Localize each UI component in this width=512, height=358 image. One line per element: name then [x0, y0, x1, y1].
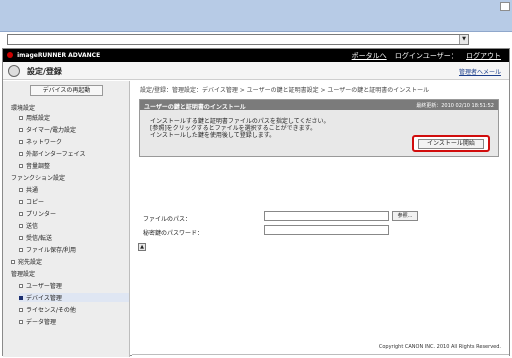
bullet-square-icon [19, 152, 23, 156]
panel-header: ユーザーの鍵と証明書のインストール 最終更新：2010 02/10 18:51:… [140, 100, 498, 111]
file-path-label: ファイルのパス： [143, 216, 192, 223]
file-path-input[interactable] [264, 211, 389, 221]
sidebar-item-label: ファイル保存/利用 [26, 247, 77, 254]
sidebar-item-timer-power[interactable]: タイマー/電力設定 [19, 125, 76, 134]
url-bar[interactable]: ▼ [7, 34, 469, 45]
mail-to-admin-link[interactable]: 管理者へメール [459, 67, 501, 76]
logout-link[interactable]: ログアウト [466, 52, 501, 60]
sidebar-item-label: 送信 [26, 223, 39, 230]
bullet-square-icon [19, 116, 23, 120]
sidebar-item-device-management[interactable]: デバイス管理 [19, 293, 129, 302]
sidebar-item-data-management[interactable]: データ管理 [19, 317, 56, 326]
canon-logo-icon [7, 52, 13, 58]
browse-button[interactable]: 参照... [392, 211, 418, 221]
last-updated-text: 最終更新：2010 02/10 18:51:52 [416, 103, 494, 109]
sidebar-item-label: 共通 [26, 187, 39, 194]
bullet-square-icon [19, 248, 23, 252]
bullet-square-icon [19, 308, 23, 312]
sidebar-item-receive-forward[interactable]: 受信/転送 [19, 233, 52, 242]
sidebar-item-label: デバイス管理 [26, 295, 62, 302]
sidebar-item-destination[interactable]: 宛先設定 [11, 257, 42, 266]
private-key-password-label: 秘密鍵のパスワード： [143, 230, 204, 237]
sidebar-item-license-other[interactable]: ライセンス/その他 [19, 305, 76, 314]
sidebar-item-copy[interactable]: コピー [19, 197, 44, 206]
install-start-button-label[interactable]: インストール開始 [418, 139, 484, 149]
sidebar-item-label: ユーザー管理 [26, 283, 62, 290]
title-row: 設定/登録 管理者へメール [3, 62, 509, 80]
sidebar: デバイスの再起動 環境設定 用紙設定 タイマー/電力設定 ネットワーク 外部イン… [3, 81, 130, 357]
sidebar-item-label: 外部インターフェイス [26, 151, 86, 158]
settings-gear-icon [8, 65, 20, 77]
sidebar-item-label: ライセンス/その他 [26, 307, 76, 314]
breadcrumb: 設定/登録：管理設定：デバイス管理 > ユーザーの鍵と証明書設定 > ユーザーの… [140, 87, 430, 94]
sidebar-item-volume[interactable]: 音量調整 [19, 161, 50, 170]
bullet-square-icon [19, 212, 23, 216]
bullet-square-icon [19, 296, 23, 300]
app-frame: imageRUNNER ADVANCE ポータルへ ログインユーザー： ログアウ… [2, 48, 510, 357]
brand-text: imageRUNNER ADVANCE [17, 52, 101, 59]
sidebar-item-network[interactable]: ネットワーク [19, 137, 62, 146]
install-panel: ユーザーの鍵と証明書のインストール 最終更新：2010 02/10 18:51:… [139, 99, 499, 157]
brand: imageRUNNER ADVANCE [7, 52, 100, 59]
top-right-links: ポータルへ ログインユーザー： ログアウト [346, 51, 501, 61]
panel-title: ユーザーの鍵と証明書のインストール [144, 104, 246, 111]
sidebar-item-label: ネットワーク [26, 139, 63, 146]
sidebar-item-file-store[interactable]: ファイル保存/利用 [19, 245, 76, 254]
sidebar-item-label: コピー [26, 199, 45, 206]
bullet-square-icon [19, 188, 23, 192]
bullet-square-icon [11, 260, 15, 264]
sidebar-item-label: 用紙設定 [26, 115, 51, 122]
sidebar-section-title: 環境設定 [11, 105, 36, 112]
chevron-down-icon[interactable]: ▼ [459, 35, 468, 44]
bullet-square-icon [19, 164, 23, 168]
sidebar-item-label: 宛先設定 [18, 259, 43, 266]
sidebar-item-paper-settings[interactable]: 用紙設定 [19, 113, 50, 122]
password-row: 秘密鍵のパスワード： [139, 225, 459, 237]
file-path-row: ファイルのパス： 参照... [139, 211, 459, 223]
panel-description-line-3: インストールした鍵を使用後して登録します。 [150, 132, 276, 139]
bullet-square-icon [19, 200, 23, 204]
copyright-text: Copyright CANON INC. 2010 All Rights Res… [378, 344, 501, 350]
sidebar-item-label: 受信/転送 [26, 235, 53, 242]
bullet-square-icon [19, 128, 23, 132]
sidebar-item-label: プリンター [26, 211, 57, 218]
sidebar-item-external-interface[interactable]: 外部インターフェイス [19, 149, 85, 158]
top-app-bar: imageRUNNER ADVANCE ポータルへ ログインユーザー： ログアウ… [3, 49, 509, 62]
sidebar-item-label: タイマー/電力設定 [26, 127, 77, 134]
install-start-button[interactable]: インストール開始 [412, 135, 490, 152]
footer-divider [132, 354, 509, 355]
portal-link[interactable]: ポータルへ [352, 52, 387, 60]
bullet-square-icon [19, 320, 23, 324]
bullet-square-icon [19, 224, 23, 228]
page-title: 設定/登録 [27, 67, 62, 76]
bullet-square-icon [19, 236, 23, 240]
scroll-up-icon[interactable]: ▲ [138, 243, 146, 251]
sidebar-item-label: 音量調整 [26, 163, 51, 170]
sidebar-item-label: データ管理 [26, 319, 57, 326]
sidebar-item-printer[interactable]: プリンター [19, 209, 56, 218]
bullet-square-icon [19, 140, 23, 144]
restart-device-button[interactable]: デバイスの再起動 [30, 85, 103, 96]
sidebar-section-title: 管理設定 [11, 271, 36, 278]
sidebar-section-title: ファンクション設定 [11, 175, 66, 182]
main-content: 設定/登録：管理設定：デバイス管理 > ユーザーの鍵と証明書設定 > ユーザーの… [132, 81, 509, 357]
sidebar-item-common[interactable]: 共通 [19, 185, 38, 194]
sidebar-item-send[interactable]: 送信 [19, 221, 38, 230]
bullet-square-icon [19, 284, 23, 288]
browser-top-frame [0, 0, 512, 32]
browser-side-button[interactable] [500, 2, 510, 11]
login-user-label: ログインユーザー： [394, 52, 458, 60]
sidebar-item-user-management[interactable]: ユーザー管理 [19, 281, 62, 290]
private-key-password-input[interactable] [264, 225, 389, 235]
